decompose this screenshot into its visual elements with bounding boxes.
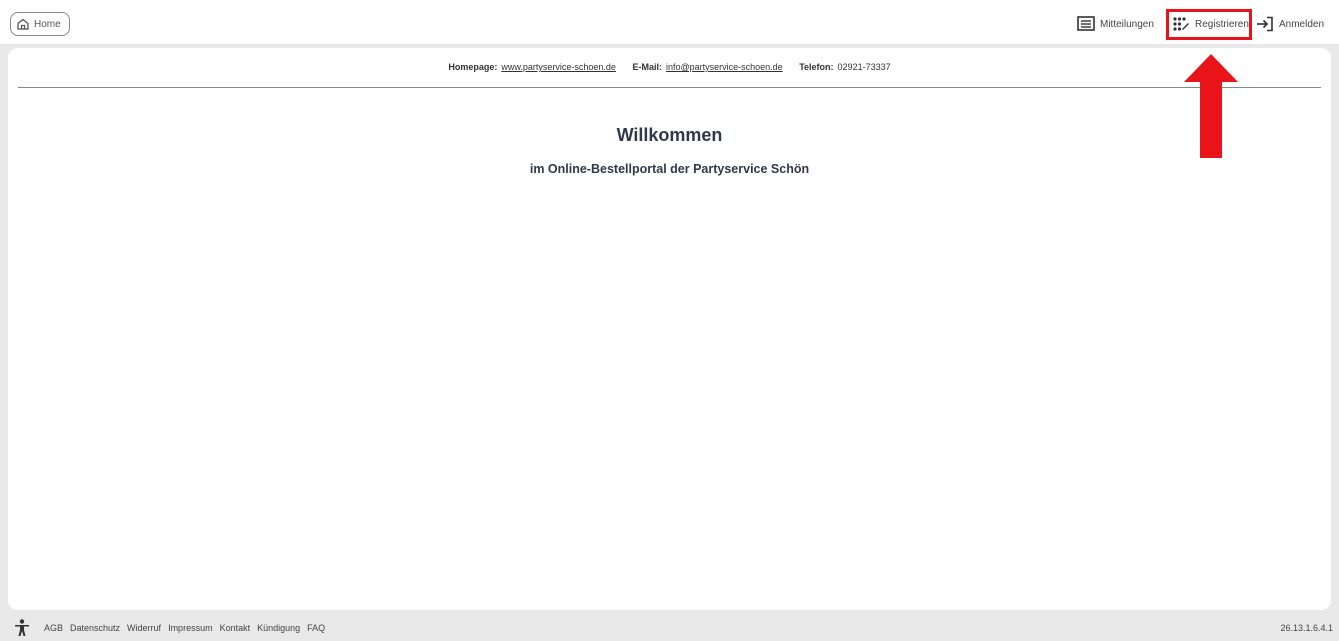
login-label: Anmelden — [1279, 18, 1325, 30]
footer-links: AGB Datenschutz Widerruf Impressum Konta… — [44, 623, 325, 633]
footer-link-agb[interactable]: AGB — [44, 623, 63, 633]
main-card: Homepage: www.partyservice-schoen.de E-Ma… — [8, 48, 1331, 610]
email-label: E-Mail: — [632, 62, 662, 72]
home-button[interactable]: Home — [10, 12, 70, 36]
footer-link-datenschutz[interactable]: Datenschutz — [70, 623, 120, 633]
messages-link[interactable]: Mitteilungen — [1077, 14, 1154, 34]
login-icon — [1257, 16, 1273, 32]
version-label: 26.13.1.6.4.1 — [1280, 623, 1333, 633]
homepage-link[interactable]: www.partyservice-schoen.de — [501, 62, 616, 72]
footer-link-widerruf[interactable]: Widerruf — [127, 623, 161, 633]
footer-link-faq[interactable]: FAQ — [307, 623, 325, 633]
footer-link-impressum[interactable]: Impressum — [168, 623, 213, 633]
page-subtitle: im Online-Bestellportal der Partyservice… — [529, 162, 810, 176]
home-label: Home — [34, 18, 61, 30]
red-arrow-up-icon — [1184, 54, 1238, 158]
footer: AGB Datenschutz Widerruf Impressum Konta… — [0, 618, 1339, 641]
contact-line: Homepage: www.partyservice-schoen.de E-Ma… — [8, 62, 1331, 72]
login-link[interactable]: Anmelden — [1256, 14, 1324, 34]
register-highlight-box — [1166, 9, 1252, 40]
footer-link-kuendigung[interactable]: Kündigung — [257, 623, 300, 633]
top-bar: Home Mitteilungen Registrieren Anmelden — [0, 0, 1339, 44]
phone-label: Telefon: — [799, 62, 834, 72]
home-icon — [17, 18, 29, 30]
accessibility-icon[interactable] — [14, 619, 30, 637]
email-link[interactable]: info@partyservice-schoen.de — [666, 62, 783, 72]
messages-label: Mitteilungen — [1100, 18, 1154, 30]
homepage-label: Homepage: — [448, 62, 498, 72]
messages-icon — [1077, 16, 1095, 31]
footer-link-kontakt[interactable]: Kontakt — [220, 623, 251, 633]
divider — [18, 87, 1321, 88]
phone-value: 02921-73337 — [837, 62, 891, 72]
page-title: Willkommen — [616, 125, 723, 145]
